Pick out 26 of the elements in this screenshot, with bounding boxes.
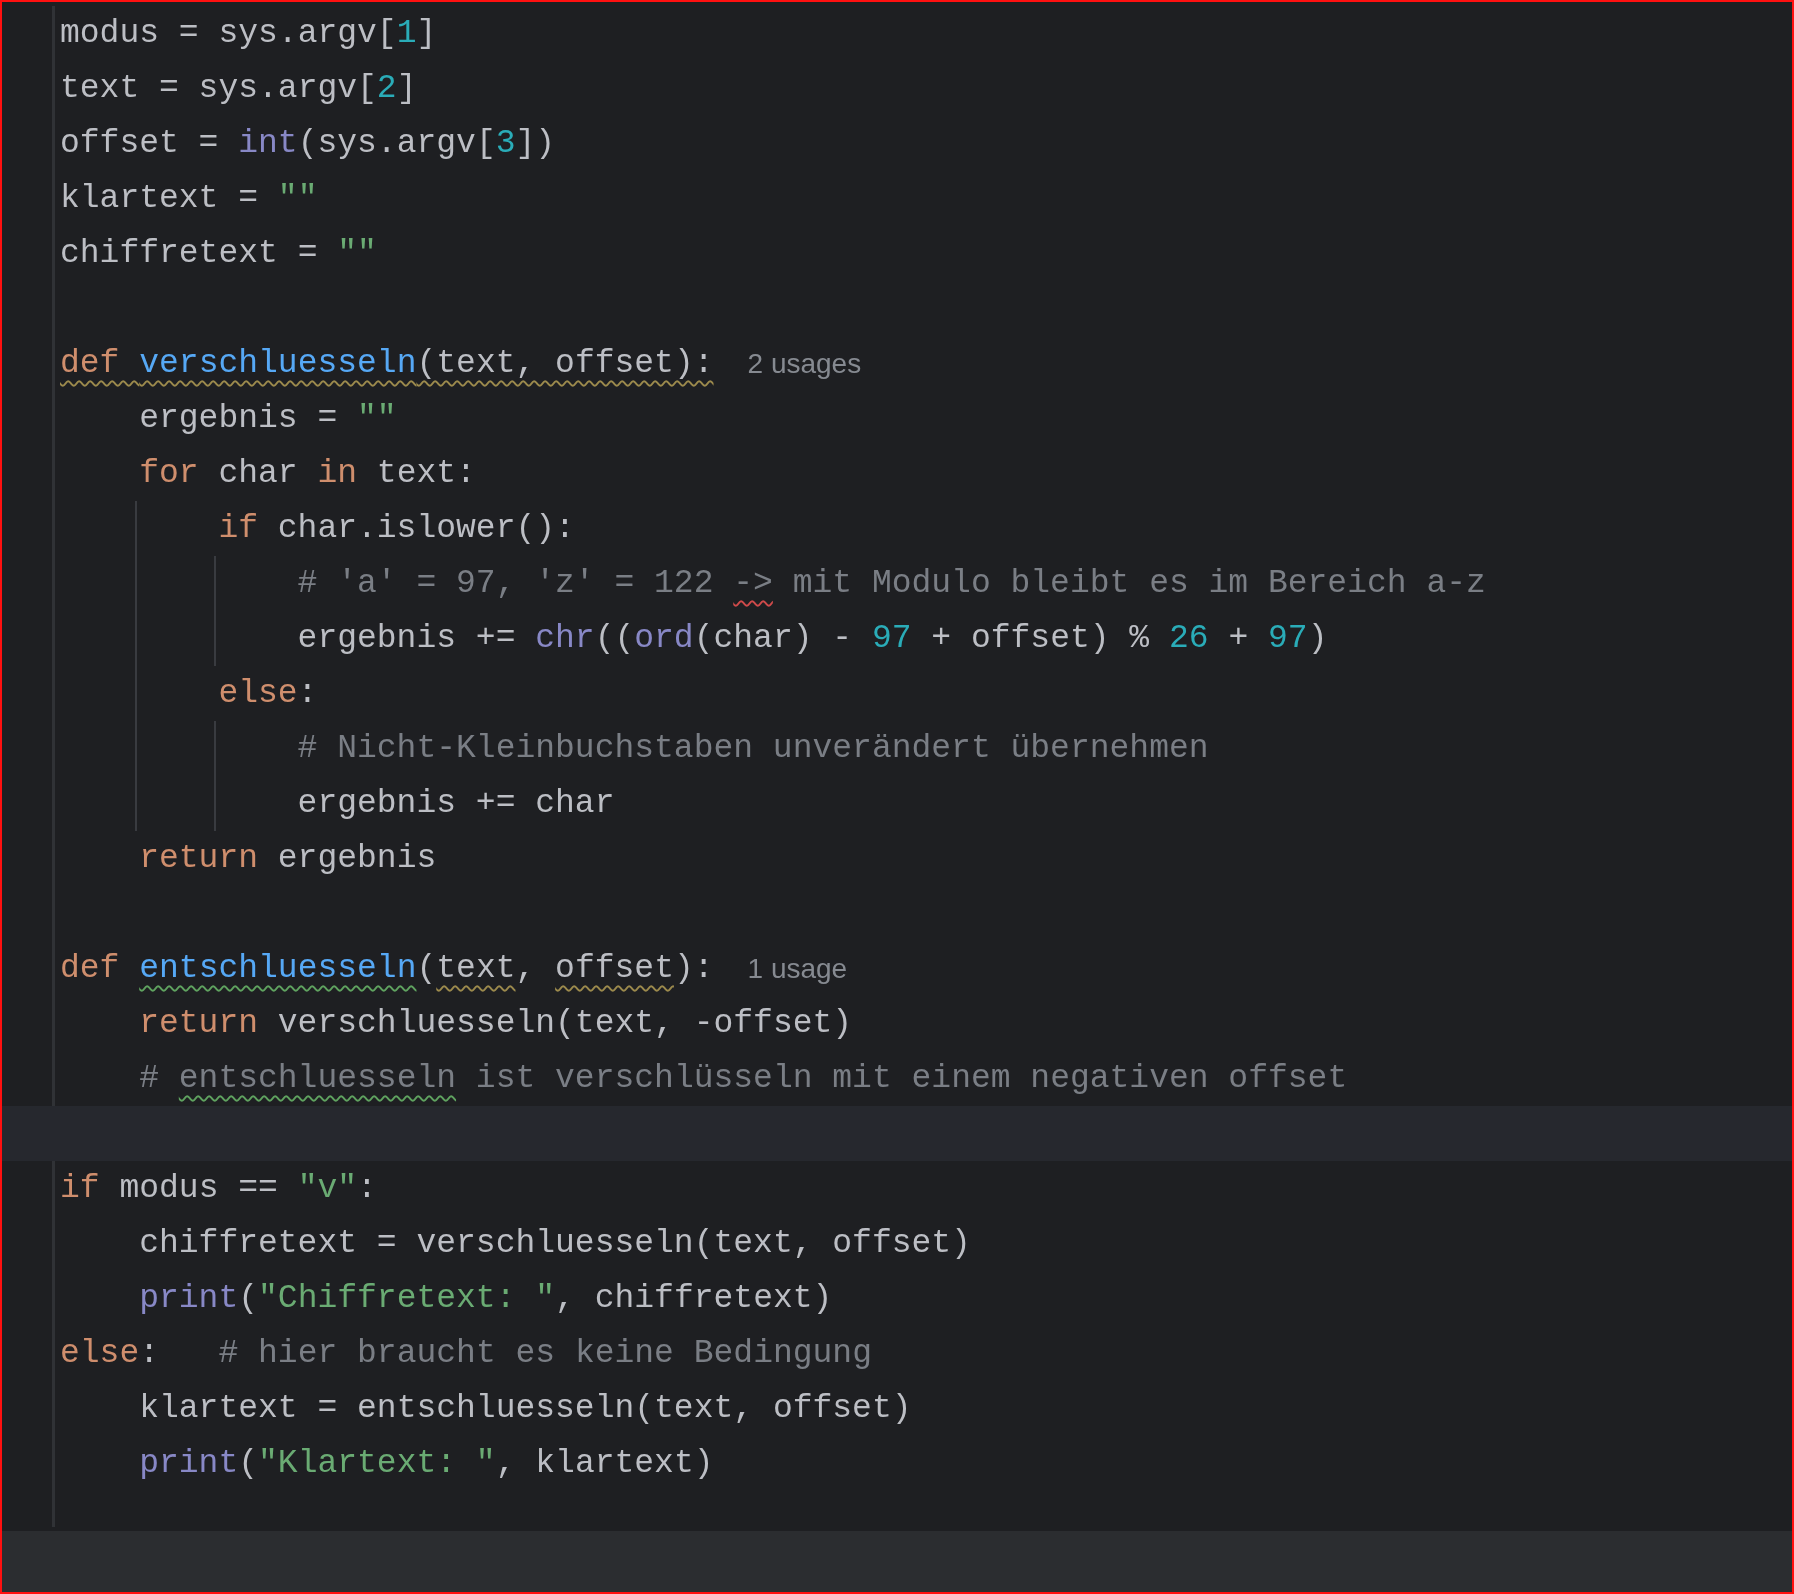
- usages-hint[interactable]: 1 usage: [747, 952, 848, 985]
- code-line: chiffretext = verschluesseln(text, offset): [139, 1225, 971, 1262]
- code-line: klartext = entschluesseln(text, offset): [139, 1390, 912, 1427]
- code-line: text = sys.argv[2]: [60, 70, 417, 107]
- code-line: modus = sys.argv[1]: [60, 15, 437, 52]
- code-line: print("Klartext: ", klartext): [139, 1445, 714, 1482]
- code-line: offset = int(sys.argv[3]): [60, 125, 556, 162]
- code-line: def entschluesseln(text, offset):: [60, 950, 714, 987]
- code-line: if char.islower():: [218, 510, 575, 547]
- code-line: for char in text:: [139, 455, 476, 492]
- code-line: return ergebnis: [139, 840, 437, 877]
- code-line: # 'a' = 97, 'z' = 122 -> mit Modulo bleibt es im Bereich a-z: [297, 565, 1486, 602]
- usages-hint[interactable]: 2 usages: [747, 347, 862, 380]
- code-line: # entschluesseln ist verschlüsseln mit einem negativen offset: [139, 1060, 1348, 1097]
- code-line: ergebnis = "": [139, 400, 397, 437]
- code-line: # Nicht-Kleinbuchstaben unverändert übernehmen: [297, 730, 1209, 767]
- code-line: chiffretext = "": [60, 235, 377, 272]
- code-line: if modus == "v":: [60, 1170, 377, 1207]
- code-line: ergebnis += chr((ord(char) - 97 + offset) % 26 + 97): [297, 620, 1328, 657]
- code-line: klartext = "": [60, 180, 318, 217]
- code-line: ergebnis += char: [297, 785, 615, 822]
- code-line: print("Chiffretext: ", chiffretext): [139, 1280, 833, 1317]
- code-line: else:: [218, 675, 318, 712]
- code-line: def verschluesseln(text, offset):: [60, 345, 714, 382]
- code-line: return verschluesseln(text, -offset): [139, 1005, 853, 1042]
- code-line: else: # hier braucht es keine Bedingung: [60, 1335, 872, 1372]
